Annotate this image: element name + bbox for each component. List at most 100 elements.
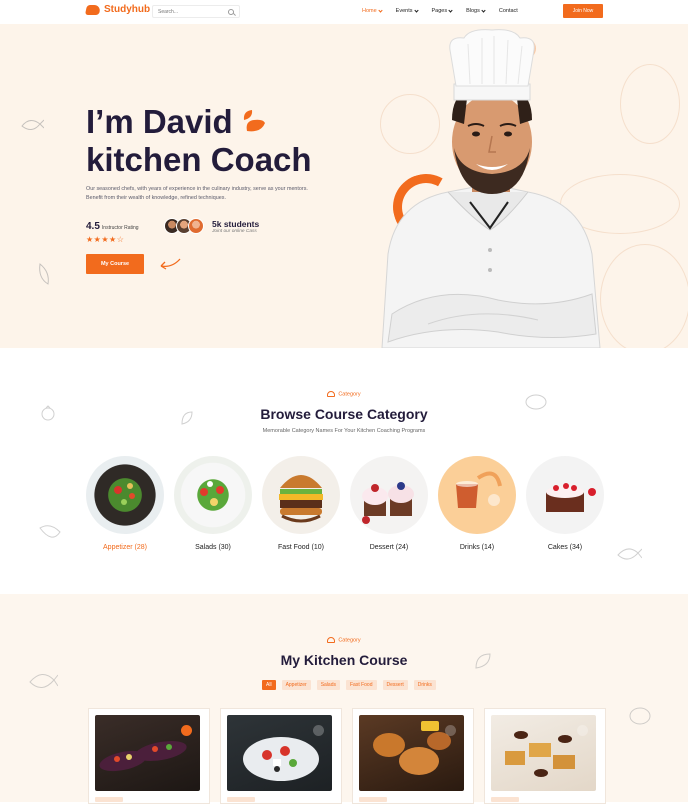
nav-blogs[interactable]: Blogs — [466, 7, 486, 14]
burger-image — [262, 456, 340, 534]
filter-fast-food[interactable]: Fast Food — [345, 680, 377, 690]
search-input[interactable]: Search... — [152, 5, 240, 18]
bread-doodle-icon — [39, 263, 49, 285]
category-fast-food[interactable]: Fast Food (10) — [262, 456, 340, 551]
lemon-doodle-icon — [629, 707, 651, 725]
students-sub: Joint our online Cass — [212, 229, 257, 234]
filter-all[interactable]: All — [262, 680, 276, 690]
category-tag-label: Category — [338, 391, 361, 398]
courses-section: Category My Kitchen Course All Appetizer… — [0, 594, 688, 804]
student-avatars — [164, 218, 204, 234]
course-card[interactable] — [220, 708, 342, 804]
category-label: Appetizer (28) — [103, 544, 147, 551]
nav-events[interactable]: Events — [395, 7, 419, 14]
my-course-button[interactable]: My Course — [86, 254, 144, 274]
students-info: 5k students Joint our online Cass — [212, 219, 259, 234]
course-filters: All Appetizer Salads Fast Food Dessert D… — [262, 680, 436, 690]
category-list: Appetizer (28) Salads (30) Fast Food (10… — [86, 456, 606, 556]
category-subtitle: Memorable Category Names For Your Kitche… — [262, 428, 426, 434]
chevron-down-icon — [378, 7, 383, 13]
nav-contact[interactable]: Contact — [499, 8, 518, 14]
search-icon[interactable] — [228, 8, 234, 15]
courses-tag-label: Category — [338, 637, 361, 644]
nav-contact-label: Contact — [498, 8, 518, 14]
filter-dessert[interactable]: Dessert — [382, 680, 408, 690]
category-appetizer[interactable]: Appetizer (28) — [86, 456, 164, 551]
category-section: Category Browse Course Category Memorabl… — [0, 348, 688, 594]
join-now-button[interactable]: Join Now — [563, 4, 603, 18]
card-category-badge — [491, 797, 519, 802]
hat-icon — [84, 4, 102, 15]
chef-hat-icon — [327, 637, 336, 643]
cake-detail — [546, 483, 596, 512]
chevron-down-icon — [481, 7, 486, 13]
baklava-dates-image — [491, 715, 596, 791]
hero-title: I’m David kitchen Coach — [86, 103, 336, 179]
hero-description: Our seasoned chefs, with years of experi… — [86, 186, 308, 201]
nav-home[interactable]: Home — [362, 7, 383, 14]
category-label: Fast Food (10) — [278, 544, 324, 551]
fish-doodle-icon — [29, 674, 58, 688]
fish-doodle-icon — [617, 548, 642, 560]
rating-value: 4.5 — [86, 221, 100, 232]
salad-plate-image — [174, 456, 252, 534]
top-header: Studyhub Search... Home Events Pages Blo… — [0, 0, 688, 24]
logo-text: Studyhub — [104, 4, 151, 15]
main-nav: Home Events Pages Blogs Contact — [362, 7, 532, 14]
filter-salads[interactable]: Salads — [316, 680, 340, 690]
category-drinks[interactable]: Drinks (14) — [438, 456, 516, 551]
hero-title-line1: I’m David — [86, 103, 233, 140]
stuffed-eggplant-image — [95, 715, 200, 791]
filter-drinks[interactable]: Drinks — [413, 680, 436, 690]
chevron-down-icon — [448, 7, 453, 13]
category-dessert[interactable]: Dessert (24) — [350, 456, 428, 551]
avatar — [188, 218, 204, 234]
category-label: Salads (30) — [195, 544, 231, 551]
category-salads[interactable]: Salads (30) — [174, 456, 252, 551]
decor-doodle — [600, 244, 688, 348]
logo[interactable]: Studyhub — [84, 4, 151, 15]
decor-doodle — [620, 64, 680, 144]
bread-doodle-icon — [39, 525, 61, 538]
cupcakes-image — [350, 456, 428, 534]
category-label: Cakes (34) — [547, 544, 583, 551]
category-cakes[interactable]: Cakes (34) — [526, 456, 604, 551]
bookmark-icon[interactable] — [577, 725, 588, 736]
bookmark-icon[interactable] — [181, 725, 192, 736]
tea-glass-image — [438, 456, 516, 534]
bookmark-icon[interactable] — [445, 725, 456, 736]
nav-pages-label: Pages — [431, 8, 448, 14]
nav-blogs-label: Blogs — [466, 8, 480, 14]
fried-chicken-image — [359, 715, 464, 791]
drink-detail — [456, 471, 502, 508]
chef-hat-icon — [327, 391, 336, 397]
salad-detail — [114, 483, 135, 505]
course-card[interactable] — [484, 708, 606, 804]
category-label: Dessert (24) — [369, 544, 409, 551]
hero-section: I’m David kitchen Coach Our seasoned che… — [0, 24, 688, 348]
berry-cake-image — [526, 456, 604, 534]
search-placeholder: Search... — [158, 8, 179, 15]
filter-appetizer[interactable]: Appetizer — [281, 680, 311, 690]
bookmark-icon[interactable] — [313, 725, 324, 736]
course-card[interactable] — [88, 708, 210, 804]
category-title: Browse Course Category — [260, 406, 428, 422]
course-card[interactable] — [352, 708, 474, 804]
nav-events-label: Events — [395, 8, 413, 14]
rating-label: Instructor Rating — [101, 225, 139, 231]
salad-detail — [200, 481, 224, 506]
chef-portrait — [381, 29, 601, 348]
orange-slice-icon — [243, 110, 265, 132]
greek-salad-image — [227, 715, 332, 791]
nav-pages[interactable]: Pages — [431, 7, 453, 14]
category-tag: Category — [0, 391, 688, 397]
cupcake-detail — [362, 482, 414, 524]
chevron-down-icon — [413, 7, 419, 13]
instructor-rating: 4.5 Instructor Rating ★★★★☆ — [86, 216, 139, 244]
card-category-badge — [227, 797, 255, 802]
students-count: 5k students — [212, 219, 260, 229]
star-rating-icon: ★★★★☆ — [86, 235, 125, 244]
courses-tag: Category — [0, 637, 688, 643]
burger-detail — [279, 475, 323, 523]
nav-home-label: Home — [362, 8, 377, 14]
